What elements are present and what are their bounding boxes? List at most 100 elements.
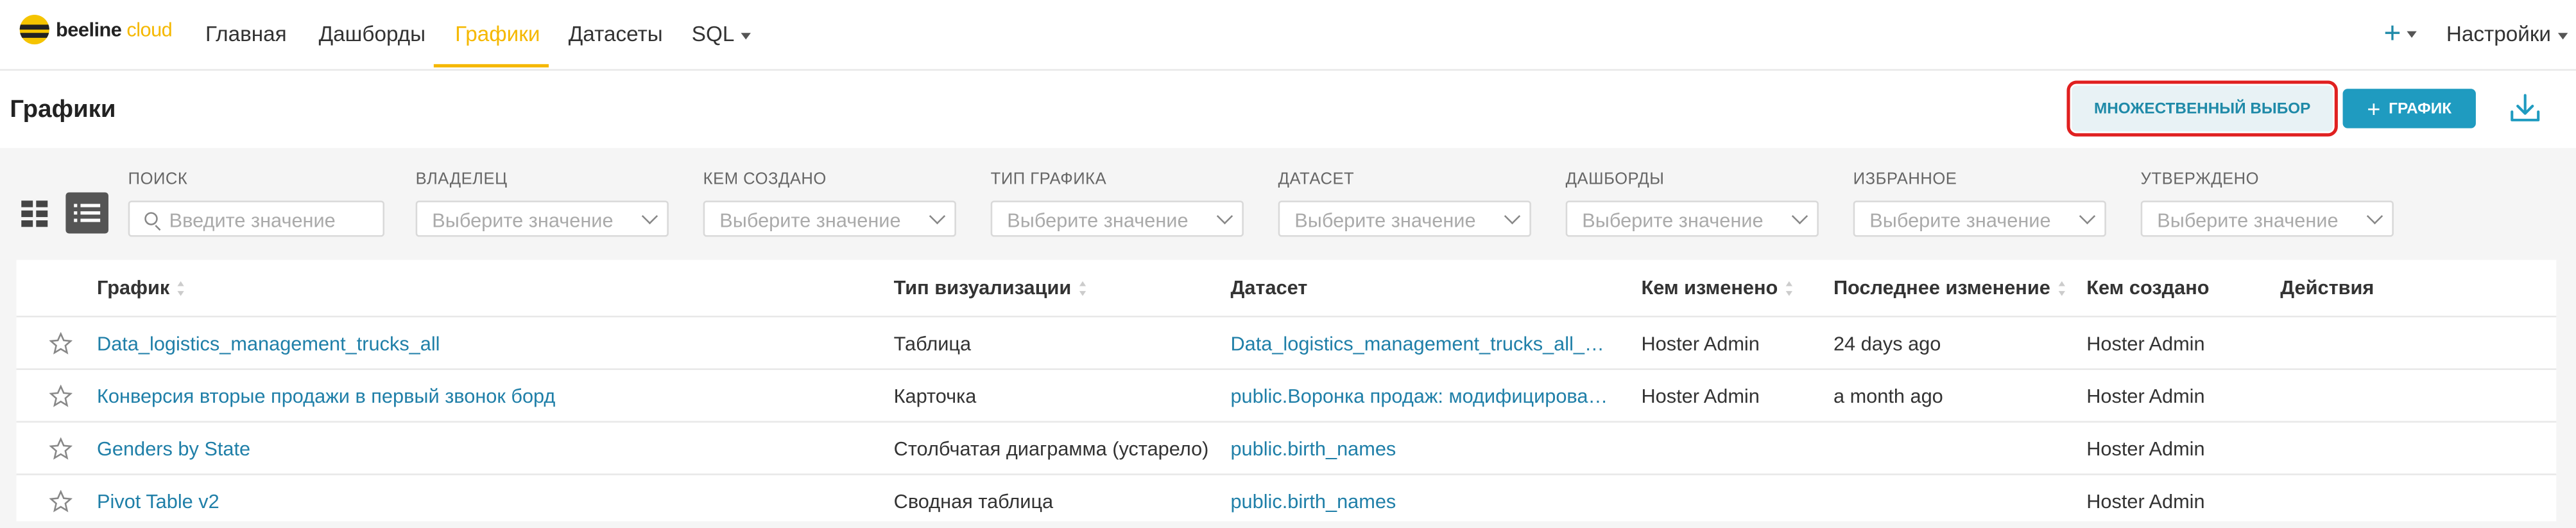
download-icon[interactable] <box>2509 92 2541 125</box>
table-row: Конверсия вторые продажи в первый звонок… <box>16 368 2557 422</box>
viz-type-cell: Столбчатая диаграмма (устарело) <box>893 437 1209 461</box>
filter-certified: УТВЕРЖДЕНО Выберите значение <box>2140 171 2394 237</box>
star-icon[interactable] <box>49 332 73 355</box>
chart-name-link[interactable]: Genders by State <box>97 437 250 461</box>
select-placeholder: Выберите значение <box>719 209 901 232</box>
table-row: Genders by State Столбчатая диаграмма (у… <box>16 421 2557 475</box>
search-placeholder: Введите значение <box>169 209 336 232</box>
bulk-select-button[interactable]: МНОЖЕСТВЕННЫЙ ВЫБОР <box>2066 80 2338 137</box>
search-icon <box>144 212 158 225</box>
filter-chart-type: ТИП ГРАФИКА Выберите значение <box>990 171 1244 237</box>
table-header: График Тип визуализации Датасет Кем изме… <box>17 260 2557 313</box>
filter-owner: ВЛАДЕЛЕЦ Выберите значение <box>415 171 669 237</box>
chevron-down-icon <box>741 32 751 39</box>
nav-item-datasets[interactable]: Датасеты <box>569 21 663 46</box>
nav-item-charts[interactable]: Графики <box>455 21 540 46</box>
page-header: Графики МНОЖЕСТВЕННЫЙ ВЫБОР + ГРАФИК <box>0 71 2576 148</box>
chevron-down-icon <box>2406 31 2416 39</box>
filter-label: ТИП ГРАФИКА <box>990 171 1107 189</box>
modified-by-cell: Hoster Admin <box>1641 332 1760 355</box>
top-navigation: beeline cloud Главная Дашборды Графики Д… <box>0 0 2576 71</box>
chevron-down-icon <box>641 207 658 225</box>
chart-name-link[interactable]: Data_logistics_management_trucks_all <box>97 332 440 355</box>
chevron-down-icon <box>929 207 946 225</box>
column-header-label: Последнее изменение <box>1833 276 2050 299</box>
chevron-down-icon <box>2557 32 2568 39</box>
dashboards-select[interactable]: Выберите значение <box>1565 200 1819 237</box>
add-chart-button[interactable]: + ГРАФИК <box>2342 89 2476 128</box>
column-header-last-modified[interactable]: Последнее изменение <box>1833 276 2066 299</box>
select-placeholder: Выберите значение <box>1007 209 1189 232</box>
search-input[interactable]: Введите значение <box>128 200 385 237</box>
viz-type-cell: Таблица <box>893 332 972 355</box>
favorites-select[interactable]: Выберите значение <box>1853 200 2106 237</box>
page-title: Графики <box>10 95 116 123</box>
dataset-link[interactable]: public.Воронка продаж: модифицированн… <box>1230 385 1615 408</box>
new-item-menu[interactable]: + <box>2384 17 2416 51</box>
created-by-cell: Hoster Admin <box>2086 437 2205 461</box>
dataset-link[interactable]: public.birth_names <box>1230 437 1396 461</box>
column-header-modified-by[interactable]: Кем изменено <box>1641 276 1794 299</box>
chart-type-select[interactable]: Выберите значение <box>990 200 1244 237</box>
select-placeholder: Выберите значение <box>1582 209 1764 232</box>
modified-by-cell: Hoster Admin <box>1641 385 1760 408</box>
sort-icon <box>178 281 186 297</box>
select-placeholder: Выберите значение <box>1294 209 1476 232</box>
filters-bar: ПОИСК Введите значение ВЛАДЕЛЕЦ Выберите… <box>0 150 2576 258</box>
chevron-down-icon <box>1791 207 1808 225</box>
chevron-down-icon <box>1216 207 1233 225</box>
list-view-icon <box>74 204 101 222</box>
beeline-logo-icon <box>19 15 49 45</box>
viz-type-cell: Карточка <box>893 385 977 408</box>
table-row: Pivot Table v2 Сводная таблица public.bi… <box>16 473 2557 527</box>
filter-search: ПОИСК Введите значение <box>128 171 385 237</box>
filter-label: ДАТАСЕТ <box>1278 171 1355 189</box>
created-by-select[interactable]: Выберите значение <box>703 200 956 237</box>
chart-name-link[interactable]: Конверсия вторые продажи в первый звонок… <box>97 385 555 408</box>
dataset-link[interactable]: public.birth_names <box>1230 490 1396 513</box>
logo[interactable]: beeline cloud <box>19 15 173 45</box>
certified-select[interactable]: Выберите значение <box>2140 200 2394 237</box>
star-icon[interactable] <box>49 489 73 513</box>
logo-text: beeline cloud <box>56 18 173 41</box>
filter-label: УТВЕРЖДЕНО <box>2140 171 2260 189</box>
select-placeholder: Выберите значение <box>1869 209 2051 232</box>
star-icon[interactable] <box>49 385 73 408</box>
logo-text-cloud: cloud <box>126 18 173 41</box>
sort-icon <box>1079 281 1088 297</box>
filter-created-by: КЕМ СОЗДАНО Выберите значение <box>703 171 956 237</box>
settings-menu[interactable]: Настройки <box>2446 21 2568 46</box>
owner-select[interactable]: Выберите значение <box>415 200 669 237</box>
plus-icon: + <box>2367 94 2381 121</box>
table-row: Data_logistics_management_trucks_all Таб… <box>16 315 2557 370</box>
filter-label: ИЗБРАННОЕ <box>1853 171 1957 189</box>
created-by-cell: Hoster Admin <box>2086 385 2205 408</box>
column-header-chart[interactable]: График <box>97 276 186 299</box>
column-header-label: Кем изменено <box>1641 276 1778 299</box>
filter-label: ДАШБОРДЫ <box>1565 171 1665 189</box>
list-view-button[interactable] <box>65 192 108 234</box>
settings-label: Настройки <box>2446 21 2552 46</box>
logo-text-beeline: beeline <box>56 18 122 41</box>
star-icon[interactable] <box>49 437 73 461</box>
charts-table: График Тип визуализации Датасет Кем изме… <box>16 260 2557 522</box>
filter-label: КЕМ СОЗДАНО <box>703 171 827 189</box>
nav-item-sql[interactable]: SQL <box>692 21 751 46</box>
active-tab-indicator <box>433 64 549 67</box>
column-header-dataset: Датасет <box>1230 276 1308 299</box>
filter-dataset: ДАТАСЕТ Выберите значение <box>1278 171 1531 237</box>
column-header-actions: Действия <box>2280 276 2374 299</box>
created-by-cell: Hoster Admin <box>2086 332 2205 355</box>
column-header-viz-type[interactable]: Тип визуализации <box>894 276 1088 299</box>
created-by-cell: Hoster Admin <box>2086 489 2205 513</box>
column-header-created-by: Кем создано <box>2086 276 2210 299</box>
card-view-icon[interactable] <box>20 199 49 229</box>
last-modified-cell: 24 days ago <box>1833 332 1941 355</box>
filter-label: ПОИСК <box>128 171 188 189</box>
nav-item-home[interactable]: Главная <box>205 21 287 46</box>
dataset-select[interactable]: Выберите значение <box>1278 200 1531 237</box>
dataset-link[interactable]: Data_logistics_management_trucks_all_pav <box>1230 332 1615 355</box>
nav-item-dashboards[interactable]: Дашборды <box>319 21 425 46</box>
chart-name-link[interactable]: Pivot Table v2 <box>97 490 219 513</box>
chevron-down-icon <box>2079 207 2096 225</box>
